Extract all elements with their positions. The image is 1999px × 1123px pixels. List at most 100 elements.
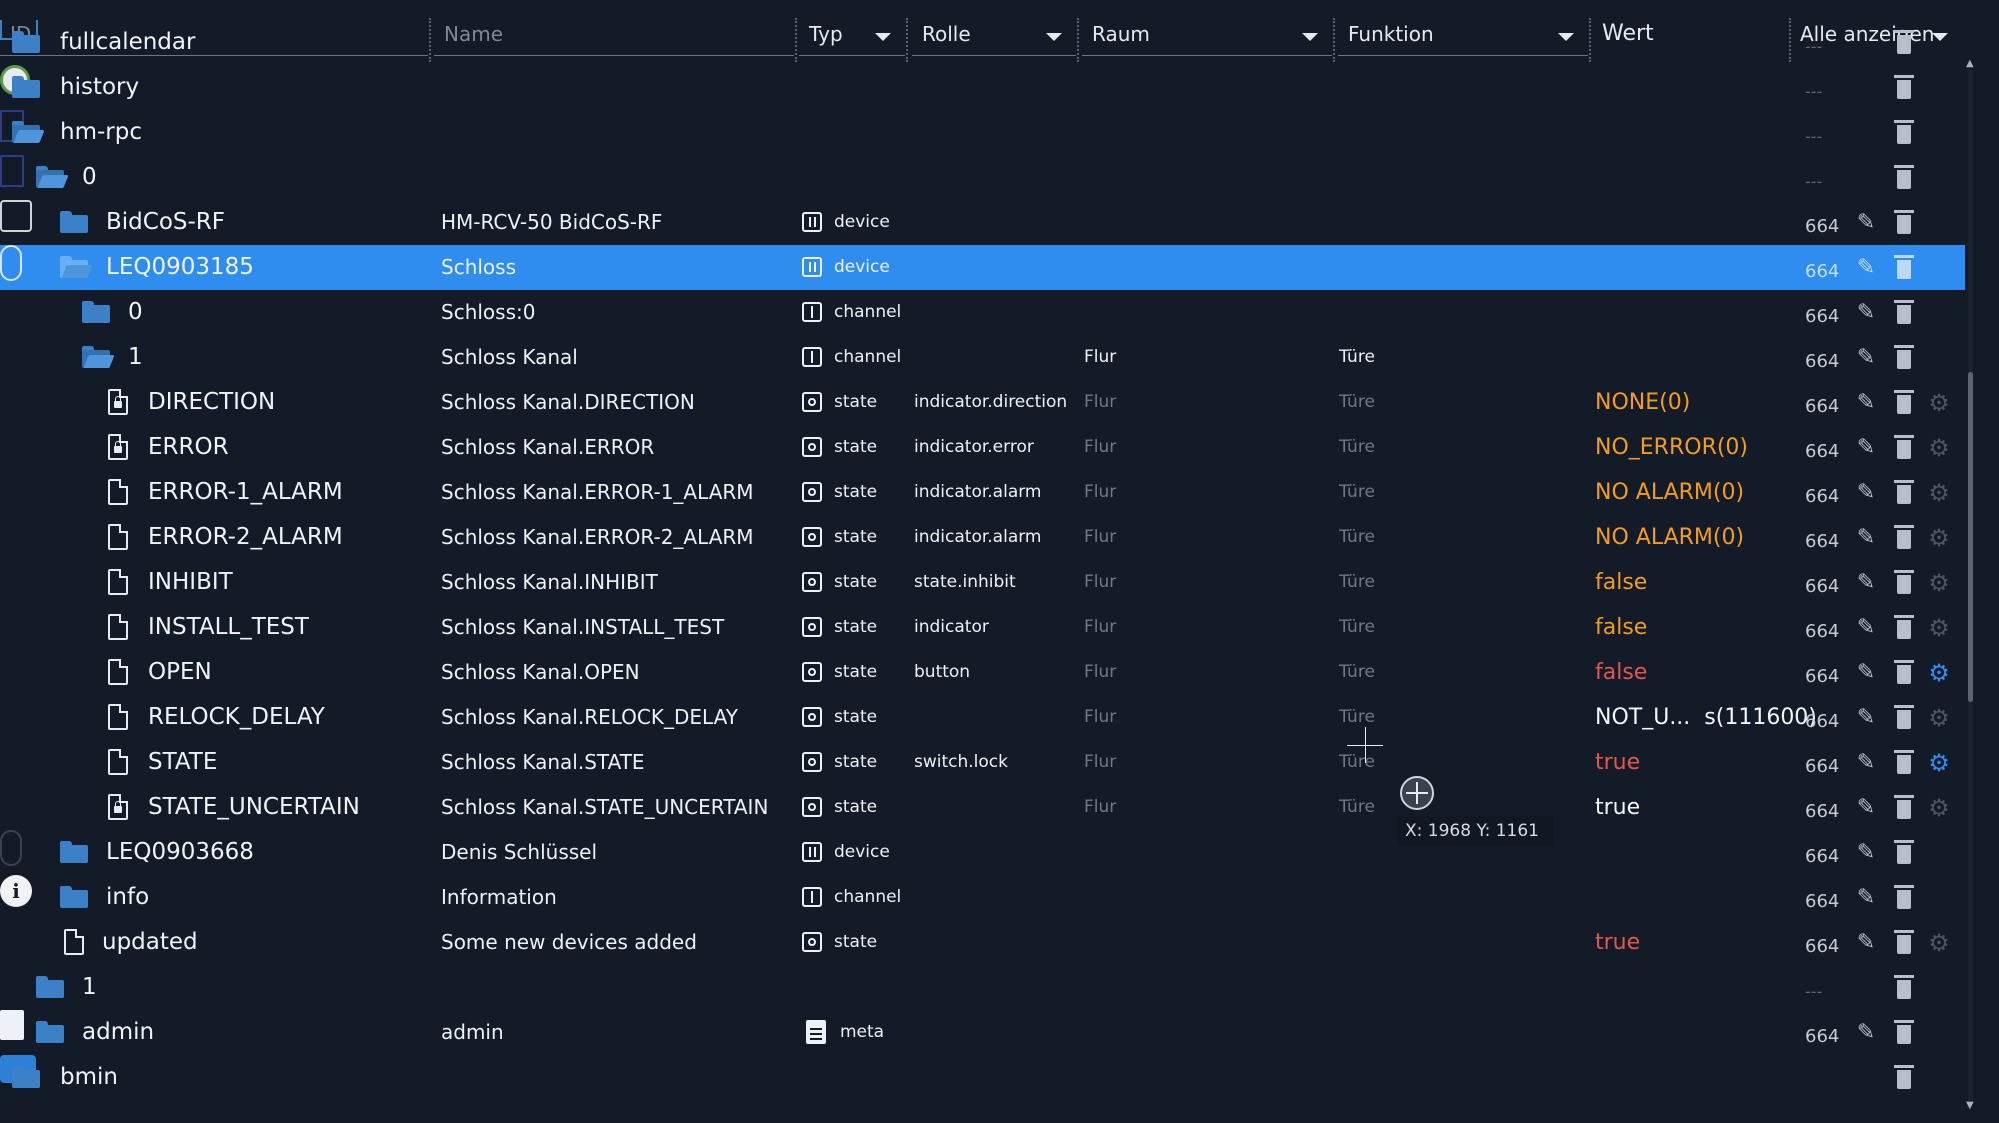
table-row[interactable]: STATE Schloss Kanal.STATE state switch.l… xyxy=(0,740,1965,785)
pencil-icon[interactable]: ✎ xyxy=(1853,300,1879,326)
table-row[interactable]: history --- xyxy=(0,65,1965,110)
table-row[interactable]: ERROR-1_ALARM Schloss Kanal.ERROR-1_ALAR… xyxy=(0,470,1965,515)
trash-icon[interactable] xyxy=(1894,1020,1914,1044)
row-value[interactable]: NONE(0) xyxy=(1595,380,1690,425)
trash-icon[interactable] xyxy=(1894,390,1914,414)
table-row[interactable]: 1 --- xyxy=(0,965,1965,1010)
row-name: admin xyxy=(441,1020,504,1044)
table-row[interactable]: ERROR Schloss Kanal.ERROR state indicato… xyxy=(0,425,1965,470)
folder-icon xyxy=(36,976,64,998)
pencil-icon[interactable]: ✎ xyxy=(1853,885,1879,911)
trash-icon[interactable] xyxy=(1894,120,1914,144)
trash-icon[interactable] xyxy=(1894,165,1914,189)
gear-icon[interactable]: ⚙ xyxy=(1926,570,1952,596)
table-row[interactable]: fullcalendar --- xyxy=(0,20,1965,65)
table-row[interactable]: INHIBIT Schloss Kanal.INHIBIT state stat… xyxy=(0,560,1965,605)
pencil-icon[interactable]: ✎ xyxy=(1853,660,1879,686)
trash-icon[interactable] xyxy=(1894,75,1914,99)
table-row[interactable]: bmin xyxy=(0,1055,1965,1100)
pencil-icon[interactable]: ✎ xyxy=(1853,570,1879,596)
trash-icon[interactable] xyxy=(1894,1065,1914,1089)
pencil-icon[interactable]: ✎ xyxy=(1853,750,1879,776)
gear-icon[interactable]: ⚙ xyxy=(1926,705,1952,731)
table-row[interactable]: BidCoS-RF HM-RCV-50 BidCoS-RF device 664… xyxy=(0,200,1965,245)
trash-icon[interactable] xyxy=(1894,480,1914,504)
gear-icon[interactable]: ⚙ xyxy=(1926,525,1952,551)
table-row[interactable]: 1 Schloss Kanal channel Flur Türe 664 ✎ xyxy=(0,335,1965,380)
trash-icon[interactable] xyxy=(1894,300,1914,324)
row-value[interactable]: false xyxy=(1595,650,1647,695)
pencil-icon[interactable]: ✎ xyxy=(1853,1020,1879,1046)
row-value[interactable]: NOT_U... s(111600) xyxy=(1595,695,1817,740)
scroll-down-arrow-icon[interactable]: ▼ xyxy=(1966,1100,1974,1111)
trash-icon[interactable] xyxy=(1894,975,1914,999)
trash-icon[interactable] xyxy=(1894,210,1914,234)
trash-icon[interactable] xyxy=(1894,930,1914,954)
pencil-icon[interactable]: ✎ xyxy=(1853,345,1879,371)
row-function: Türe xyxy=(1339,662,1375,682)
pencil-icon[interactable]: ✎ xyxy=(1853,435,1879,461)
pencil-icon[interactable]: ✎ xyxy=(1853,840,1879,866)
trash-icon[interactable] xyxy=(1894,30,1914,54)
table-row[interactable]: hm-rpc --- xyxy=(0,110,1965,155)
scroll-up-arrow-icon[interactable]: ▲ xyxy=(1966,58,1974,69)
trash-icon[interactable] xyxy=(1894,795,1914,819)
table-row[interactable]: ERROR-2_ALARM Schloss Kanal.ERROR-2_ALAR… xyxy=(0,515,1965,560)
pencil-icon[interactable]: ✎ xyxy=(1853,615,1879,641)
trash-icon[interactable] xyxy=(1894,255,1914,279)
vertical-scrollbar-thumb[interactable] xyxy=(1968,372,1973,702)
row-acl: 664 xyxy=(1805,396,1840,417)
table-row[interactable]: admin admin meta 664 ✎ xyxy=(0,1010,1965,1055)
trash-icon[interactable] xyxy=(1894,615,1914,639)
trash-icon[interactable] xyxy=(1894,345,1914,369)
row-function: Türe xyxy=(1339,707,1375,727)
gear-icon[interactable]: ⚙ xyxy=(1926,615,1952,641)
table-row[interactable]: OPEN Schloss Kanal.OPEN state button Flu… xyxy=(0,650,1965,695)
table-row[interactable]: DIRECTION Schloss Kanal.DIRECTION state … xyxy=(0,380,1965,425)
document-icon xyxy=(0,1010,24,1040)
trash-icon[interactable] xyxy=(1894,660,1914,684)
row-value[interactable]: false xyxy=(1595,605,1647,650)
gear-icon[interactable]: ⚙ xyxy=(1926,435,1952,461)
table-row[interactable]: info i Information channel 664 ✎ xyxy=(0,875,1965,920)
trash-icon[interactable] xyxy=(1894,885,1914,909)
gear-icon[interactable]: ⚙ xyxy=(1926,795,1952,821)
row-name: Schloss Kanal.OPEN xyxy=(441,660,640,684)
pencil-icon[interactable]: ✎ xyxy=(1853,210,1879,236)
pencil-icon[interactable]: ✎ xyxy=(1853,930,1879,956)
row-value[interactable]: true xyxy=(1595,785,1640,830)
pencil-icon[interactable]: ✎ xyxy=(1853,480,1879,506)
row-value[interactable]: NO ALARM(0) xyxy=(1595,515,1744,560)
pencil-icon[interactable]: ✎ xyxy=(1853,390,1879,416)
trash-icon[interactable] xyxy=(1894,840,1914,864)
table-row[interactable]: STATE_UNCERTAIN Schloss Kanal.STATE_UNCE… xyxy=(0,785,1965,830)
pencil-icon[interactable]: ✎ xyxy=(1853,255,1879,281)
table-row[interactable]: 0 --- xyxy=(0,155,1965,200)
row-value[interactable]: NO ALARM(0) xyxy=(1595,470,1744,515)
gear-icon[interactable]: ⚙ xyxy=(1926,930,1952,956)
trash-icon[interactable] xyxy=(1894,435,1914,459)
pencil-icon[interactable]: ✎ xyxy=(1853,705,1879,731)
table-row[interactable]: INSTALL_TEST Schloss Kanal.INSTALL_TEST … xyxy=(0,605,1965,650)
row-value[interactable]: NO_ERROR(0) xyxy=(1595,425,1748,470)
table-row[interactable]: RELOCK_DELAY Schloss Kanal.RELOCK_DELAY … xyxy=(0,695,1965,740)
trash-icon[interactable] xyxy=(1894,750,1914,774)
trash-icon[interactable] xyxy=(1894,525,1914,549)
row-value[interactable]: true xyxy=(1595,920,1640,965)
pencil-icon[interactable]: ✎ xyxy=(1853,525,1879,551)
table-row-selected[interactable]: LEQ0903185 Schloss device 664 ✎ xyxy=(0,245,1965,290)
trash-icon[interactable] xyxy=(1894,705,1914,729)
gear-icon[interactable]: ⚙ xyxy=(1926,750,1952,776)
table-row[interactable]: 0 Schloss:0 channel 664 ✎ xyxy=(0,290,1965,335)
row-room: Flur xyxy=(1084,437,1117,457)
table-row[interactable]: updated Some new devices added state tru… xyxy=(0,920,1965,965)
file-lock-icon xyxy=(108,434,128,460)
table-row[interactable]: LEQ0903668 Denis Schlüssel device 664 ✎ xyxy=(0,830,1965,875)
row-value[interactable]: false xyxy=(1595,560,1647,605)
gear-icon[interactable]: ⚙ xyxy=(1926,390,1952,416)
trash-icon[interactable] xyxy=(1894,570,1914,594)
gear-icon[interactable]: ⚙ xyxy=(1926,660,1952,686)
gear-icon[interactable]: ⚙ xyxy=(1926,480,1952,506)
row-value[interactable]: true xyxy=(1595,740,1640,785)
pencil-icon[interactable]: ✎ xyxy=(1853,795,1879,821)
